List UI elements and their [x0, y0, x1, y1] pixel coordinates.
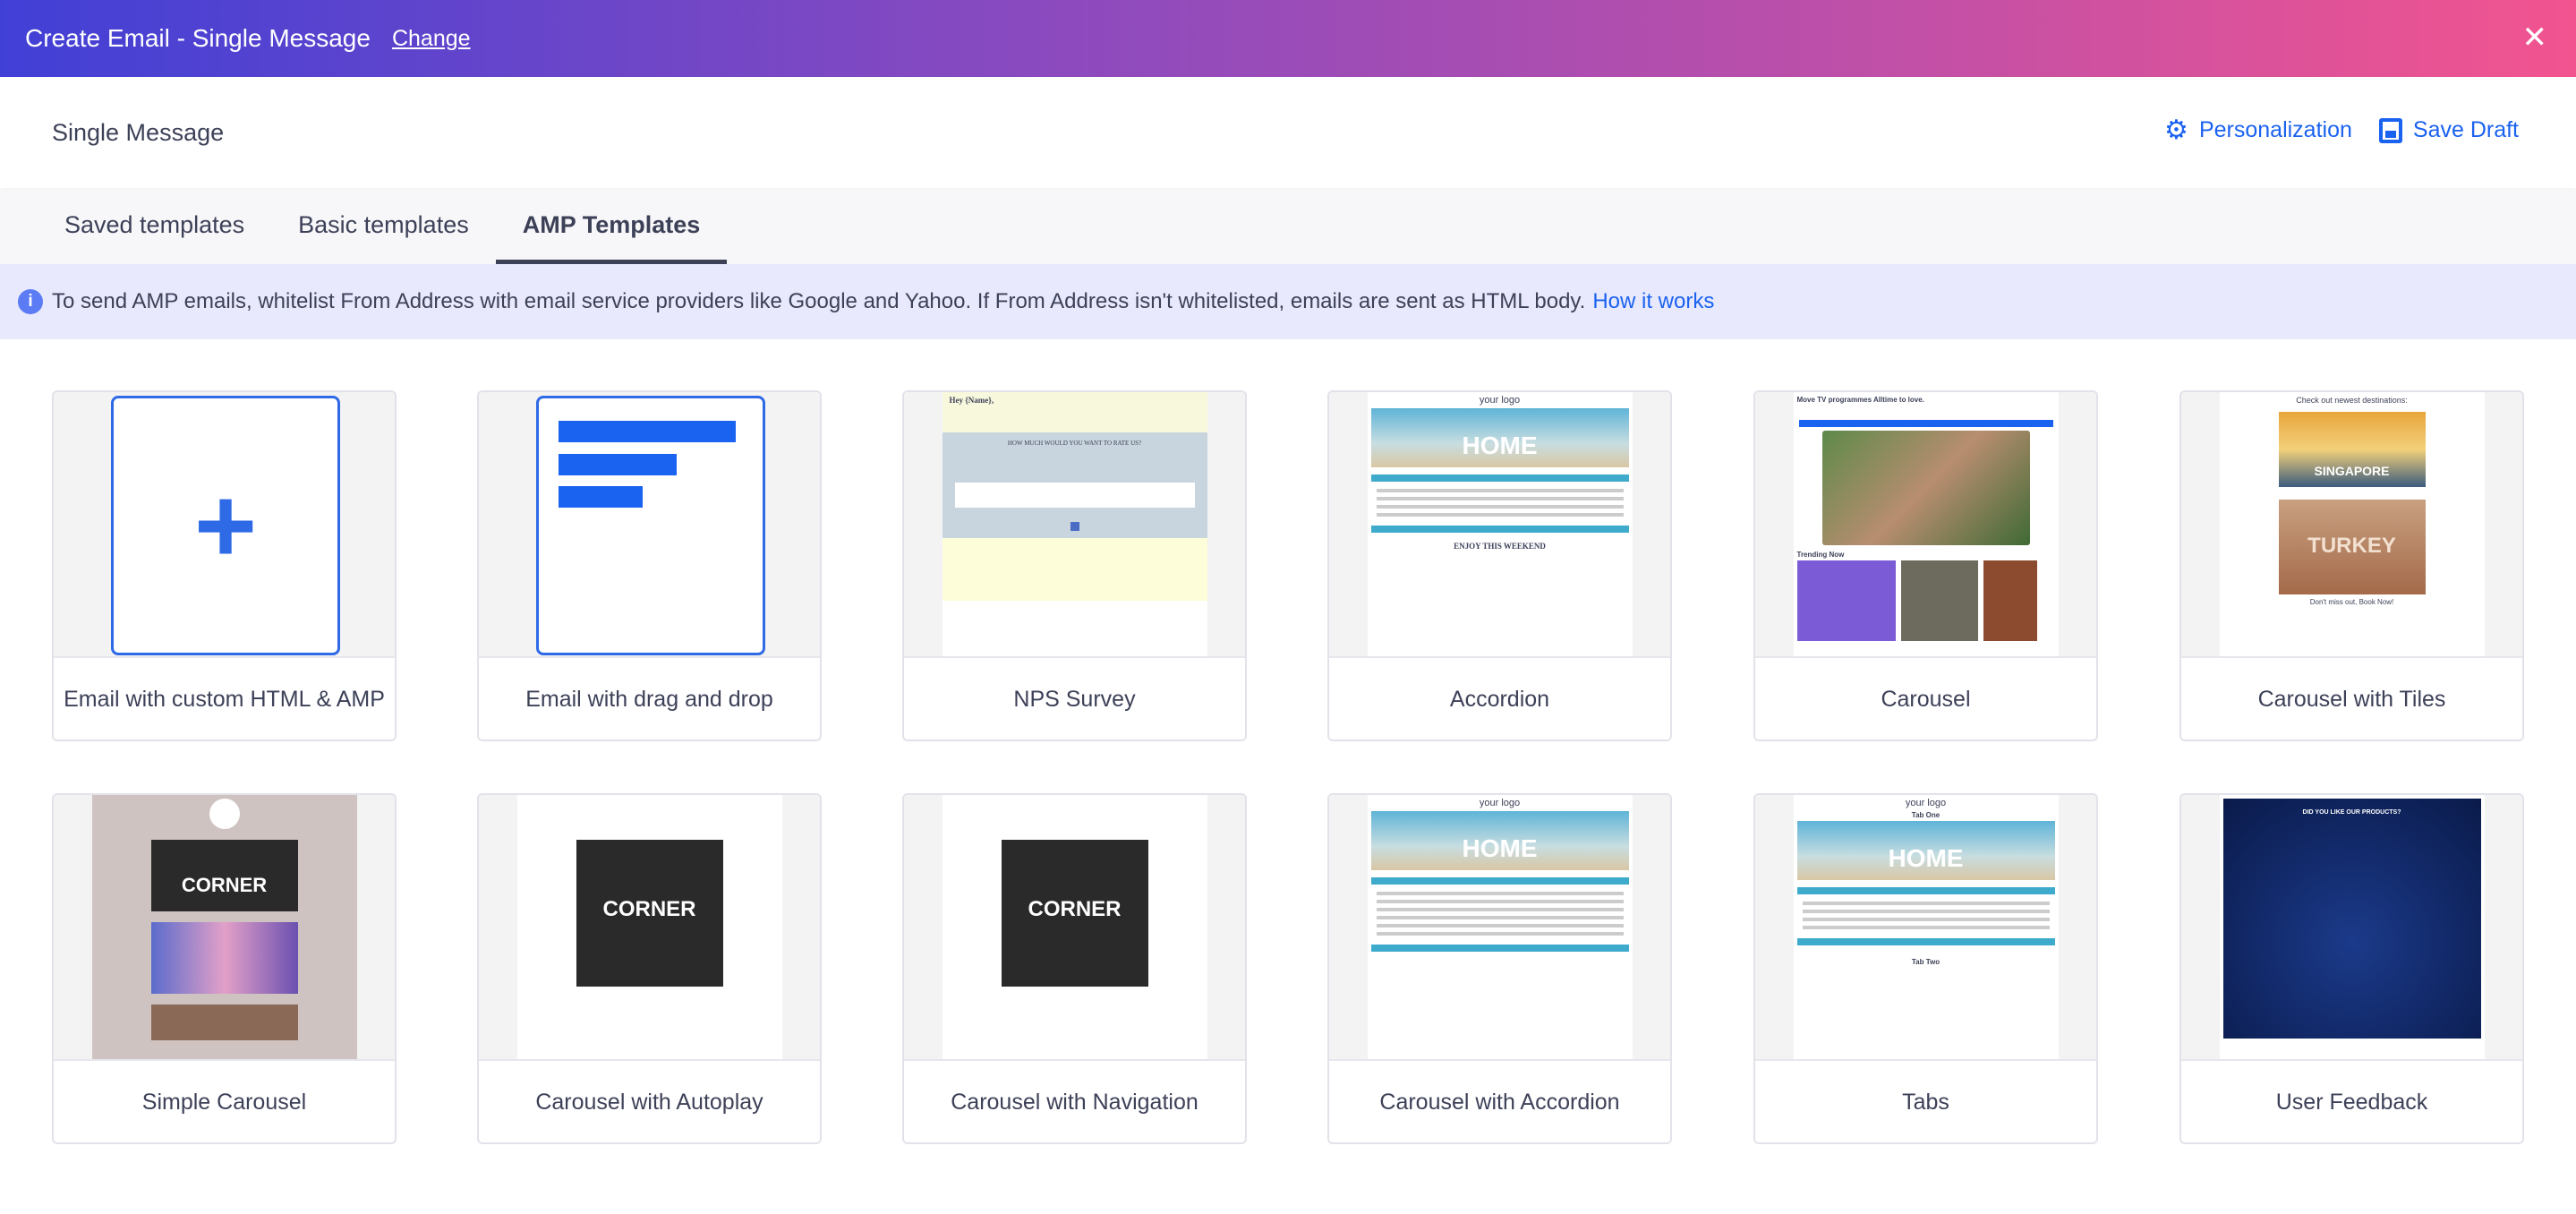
modal-header: Create Email - Single Message Change ✕ [0, 0, 2576, 77]
accordion-preview: your logo HOME ENJOY THIS WEEKEND [1367, 392, 1633, 656]
singapore-tile: SINGAPORE [2278, 412, 2426, 487]
logo-text: your logo [1479, 798, 1521, 808]
template-card-drag-drop[interactable]: Email with drag and drop [477, 390, 822, 741]
template-card-carousel-accordion[interactable]: your logo HOME Carousel with Accordion [1327, 793, 1672, 1144]
template-card-carousel[interactable]: Move TV programmes Alltime to love. Tren… [1753, 390, 2098, 741]
tiles-footer: Don't miss out, Book Now! [2309, 598, 2394, 606]
navigation-preview: CORNER [942, 795, 1207, 1059]
logo-text: your logo [1479, 395, 1521, 406]
feedback-preview: DID YOU LIKE OUR PRODUCTS? [2219, 795, 2485, 1059]
info-icon: i [18, 289, 43, 314]
change-link[interactable]: Change [392, 26, 471, 52]
simple-carousel-preview: CORNER [91, 795, 357, 1059]
template-label: Carousel with Navigation [951, 1090, 1198, 1115]
nps-preview: Hey {Name}, HOW MUCH WOULD YOU WANT TO R… [942, 392, 1207, 656]
tab-saved-templates[interactable]: Saved templates [38, 190, 271, 264]
modal-title: Create Email - Single Message [25, 24, 371, 52]
template-label: Email with custom HTML & AMP [64, 687, 385, 712]
personalization-label: Personalization [2198, 117, 2352, 142]
close-icon[interactable]: ✕ [2522, 20, 2548, 56]
drag-drop-frame [536, 396, 765, 655]
template-tabs: Saved templates Basic templates AMP Temp… [0, 190, 2576, 264]
template-label: Carousel [1881, 687, 1971, 712]
nps-question: HOW MUCH WOULD YOU WANT TO RATE US? [1007, 440, 1142, 447]
template-card-tabs[interactable]: your logo Tab One HOME Tab Two Tabs [1753, 793, 2098, 1144]
page-title: Single Message [52, 118, 225, 146]
tab-amp-templates[interactable]: AMP Templates [495, 190, 728, 264]
tab-one-text: Tab One [1911, 811, 1941, 819]
template-card-custom-html[interactable]: + Email with custom HTML & AMP [52, 390, 397, 741]
blank-frame: + [111, 396, 340, 655]
template-label: NPS Survey [1013, 687, 1136, 712]
banner-text: To send AMP emails, whitelist From Addre… [52, 289, 1586, 313]
hero-text: HOME [1796, 821, 2055, 880]
carousel-preview: Move TV programmes Alltime to love. Tren… [1793, 392, 2059, 656]
template-label: Tabs [1902, 1090, 1949, 1115]
tiles-heading: Check out newest destinations: [2296, 396, 2408, 405]
template-label: Carousel with Autoplay [535, 1090, 763, 1115]
tab-basic-templates[interactable]: Basic templates [271, 190, 496, 264]
hero-text: HOME [1370, 811, 1629, 870]
template-card-simple-carousel[interactable]: CORNER Simple Carousel [52, 793, 397, 1144]
carousel-accordion-preview: your logo HOME [1367, 795, 1633, 1059]
save-draft-button[interactable]: Save Draft [2378, 115, 2519, 146]
how-it-works-link[interactable]: How it works [1592, 289, 1714, 314]
corner-slide: CORNER [576, 840, 723, 987]
amp-info-banner: i To send AMP emails, whitelist From Add… [0, 264, 2576, 339]
autoplay-preview: CORNER [516, 795, 782, 1059]
hero-text: HOME [1370, 408, 1629, 467]
template-label: Accordion [1449, 687, 1550, 712]
template-card-nps-survey[interactable]: Hey {Name}, HOW MUCH WOULD YOU WANT TO R… [902, 390, 1247, 741]
template-card-carousel-autoplay[interactable]: CORNER Carousel with Autoplay [477, 793, 822, 1144]
enjoy-text: ENJOY THIS WEEKEND [1454, 542, 1546, 551]
save-draft-label: Save Draft [2412, 117, 2519, 142]
feedback-question: DID YOU LIKE OUR PRODUCTS? [2222, 799, 2481, 1039]
trending-label: Trending Now [1796, 551, 1845, 559]
template-card-user-feedback[interactable]: DID YOU LIKE OUR PRODUCTS? User Feedback [2179, 793, 2524, 1144]
save-icon [2378, 117, 2402, 143]
template-card-accordion[interactable]: your logo HOME ENJOY THIS WEEKEND Accord… [1327, 390, 1672, 741]
nps-heading: Hey {Name}, [942, 392, 1207, 432]
template-label: Carousel with Tiles [2257, 687, 2446, 712]
gear-icon: ⚙ [2164, 115, 2188, 145]
plus-icon: + [193, 466, 258, 586]
template-label: Carousel with Accordion [1379, 1090, 1620, 1115]
tabs-preview: your logo Tab One HOME Tab Two [1793, 795, 2059, 1059]
template-label: User Feedback [2275, 1090, 2428, 1115]
personalization-button[interactable]: ⚙ Personalization [2164, 115, 2352, 146]
template-card-carousel-tiles[interactable]: Check out newest destinations: SINGAPORE… [2179, 390, 2524, 741]
tab-two-text: Tab Two [1911, 958, 1941, 966]
corner-slide: CORNER [150, 840, 298, 911]
template-label: Simple Carousel [141, 1090, 307, 1115]
logo-text: your logo [1905, 798, 1947, 808]
corner-slide: CORNER [1001, 840, 1148, 987]
subheader: Single Message ⚙ Personalization Save Dr… [0, 77, 2576, 188]
turkey-tile: TURKEY [2278, 500, 2426, 594]
template-card-carousel-navigation[interactable]: CORNER Carousel with Navigation [902, 793, 1247, 1144]
carousel-heading: Move TV programmes Alltime to love. [1796, 396, 1924, 404]
tiles-preview: Check out newest destinations: SINGAPORE… [2219, 392, 2485, 656]
template-label: Email with drag and drop [525, 687, 773, 712]
